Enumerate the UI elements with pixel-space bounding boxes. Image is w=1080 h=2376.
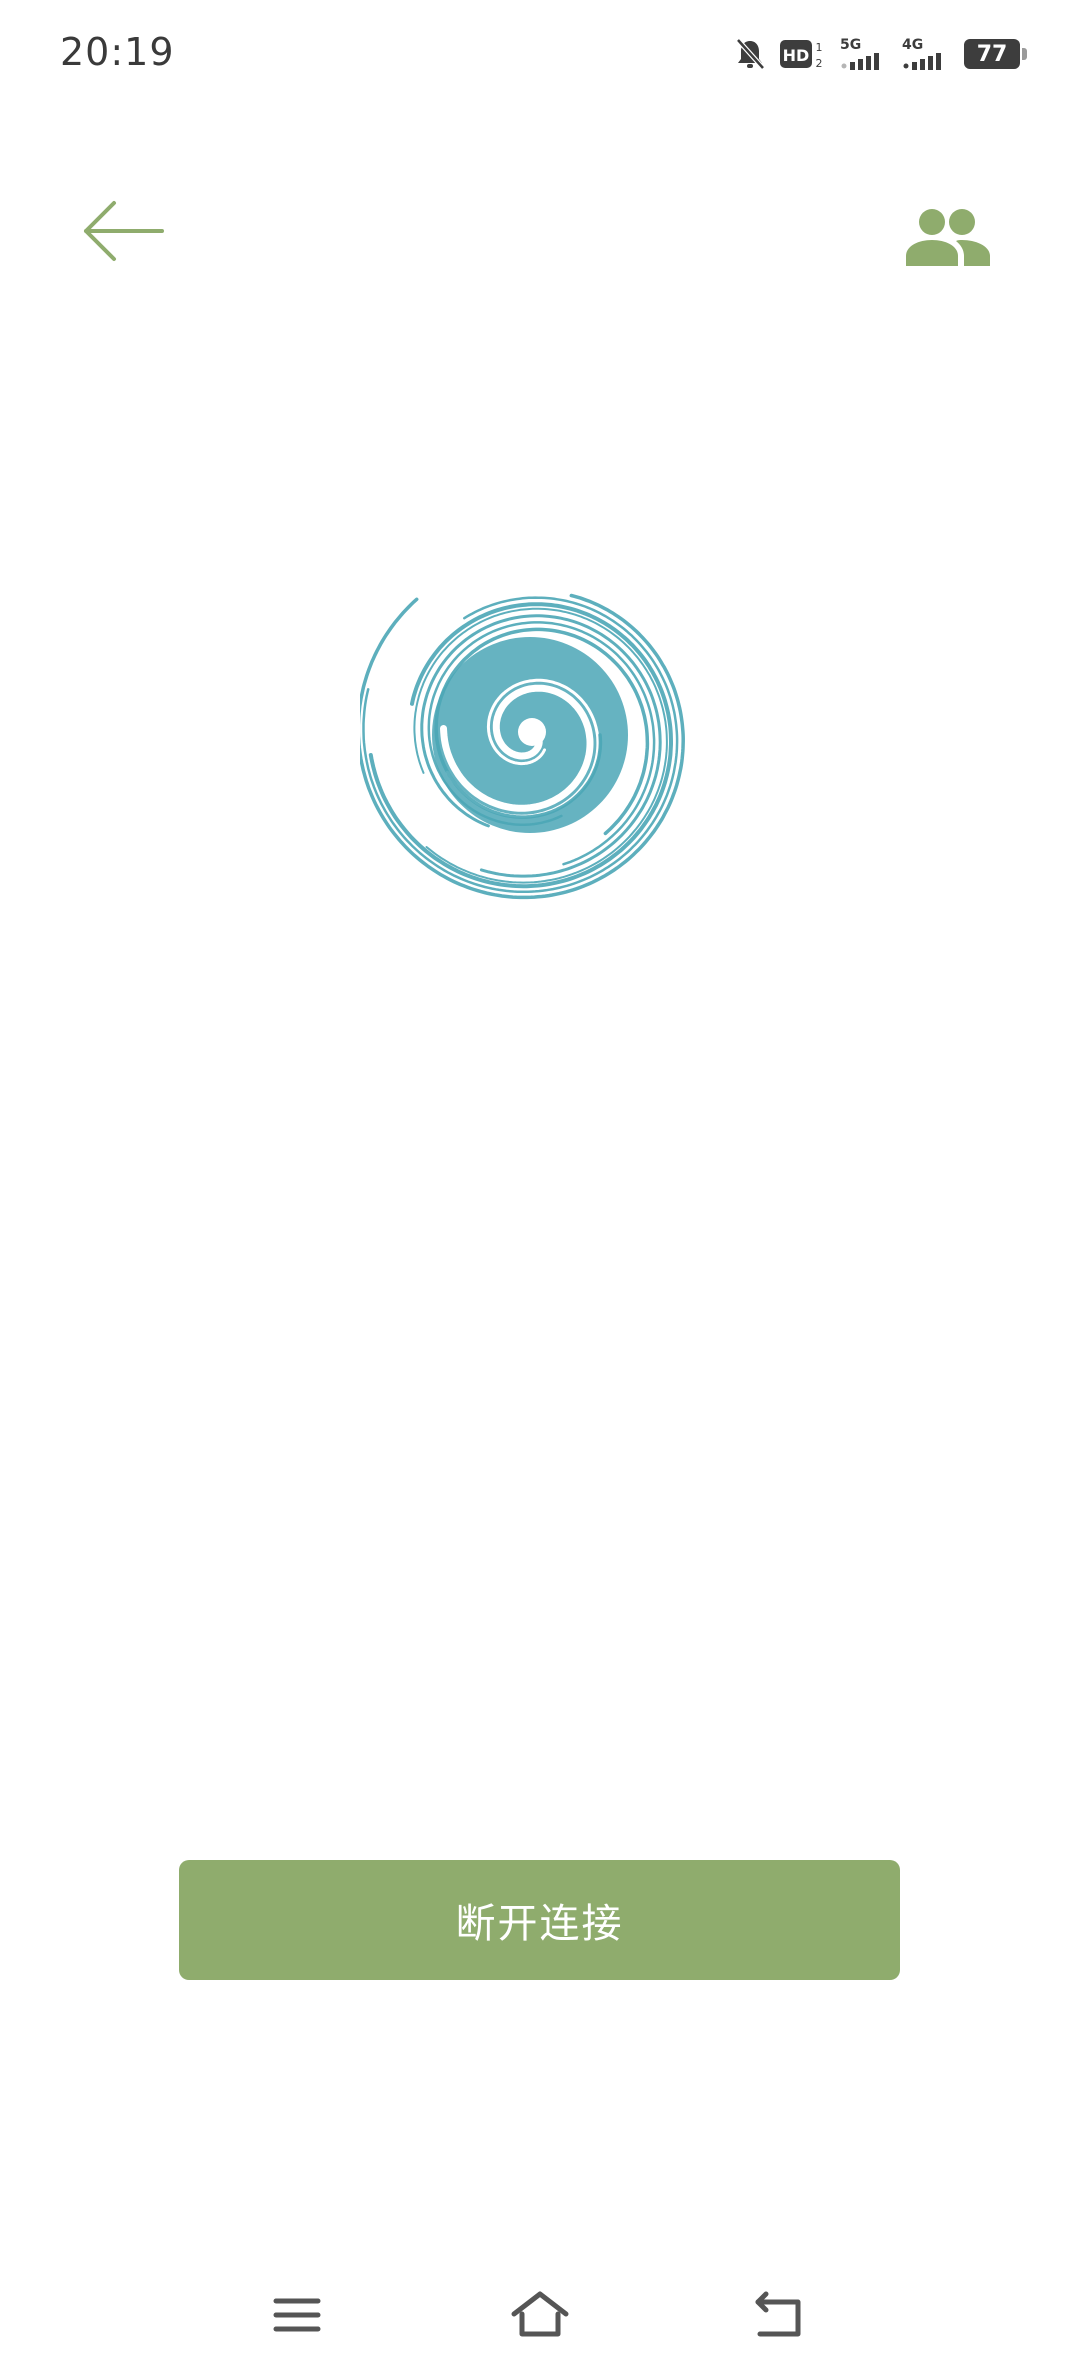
home-icon [511, 2291, 569, 2337]
status-time: 20:19 [60, 30, 175, 74]
battery-icon: 77 [964, 39, 1027, 69]
spiral-center [518, 718, 546, 746]
network-label-5g: 5G [840, 37, 861, 53]
battery-level: 77 [976, 41, 1008, 67]
4g-signal-icon: 4G [902, 37, 941, 70]
screen: 20:19 HD 1 2 5G 4G 77 断开连接 [0, 0, 1080, 2376]
home-button[interactable] [500, 2280, 580, 2350]
hd-icon: HD 1 2 [780, 40, 823, 70]
network-label-4g: 4G [902, 37, 923, 53]
status-bar: 20:19 HD 1 2 5G 4G 77 [0, 0, 1080, 110]
disconnect-label: 断开连接 [455, 1901, 624, 1947]
users-icon [906, 209, 990, 266]
spiral-connecting-icon [356, 550, 710, 920]
back-nav-icon [755, 2291, 801, 2337]
mute-bell-icon [736, 38, 765, 70]
svg-text:1: 1 [816, 41, 823, 54]
back-nav-button[interactable] [740, 2280, 820, 2350]
arrow-left-icon [84, 201, 164, 261]
menu-icon [273, 2298, 321, 2332]
5g-signal-icon: 5G [840, 37, 879, 70]
svg-text:2: 2 [816, 57, 823, 70]
disconnect-button[interactable]: 断开连接 [179, 1860, 900, 1980]
hd-label: HD [783, 46, 810, 65]
back-button[interactable] [80, 196, 170, 266]
users-button[interactable] [900, 200, 996, 272]
menu-button[interactable] [257, 2280, 337, 2350]
status-icons: HD 1 2 5G 4G 77 [734, 34, 1027, 74]
system-nav-bar [0, 2260, 1080, 2360]
